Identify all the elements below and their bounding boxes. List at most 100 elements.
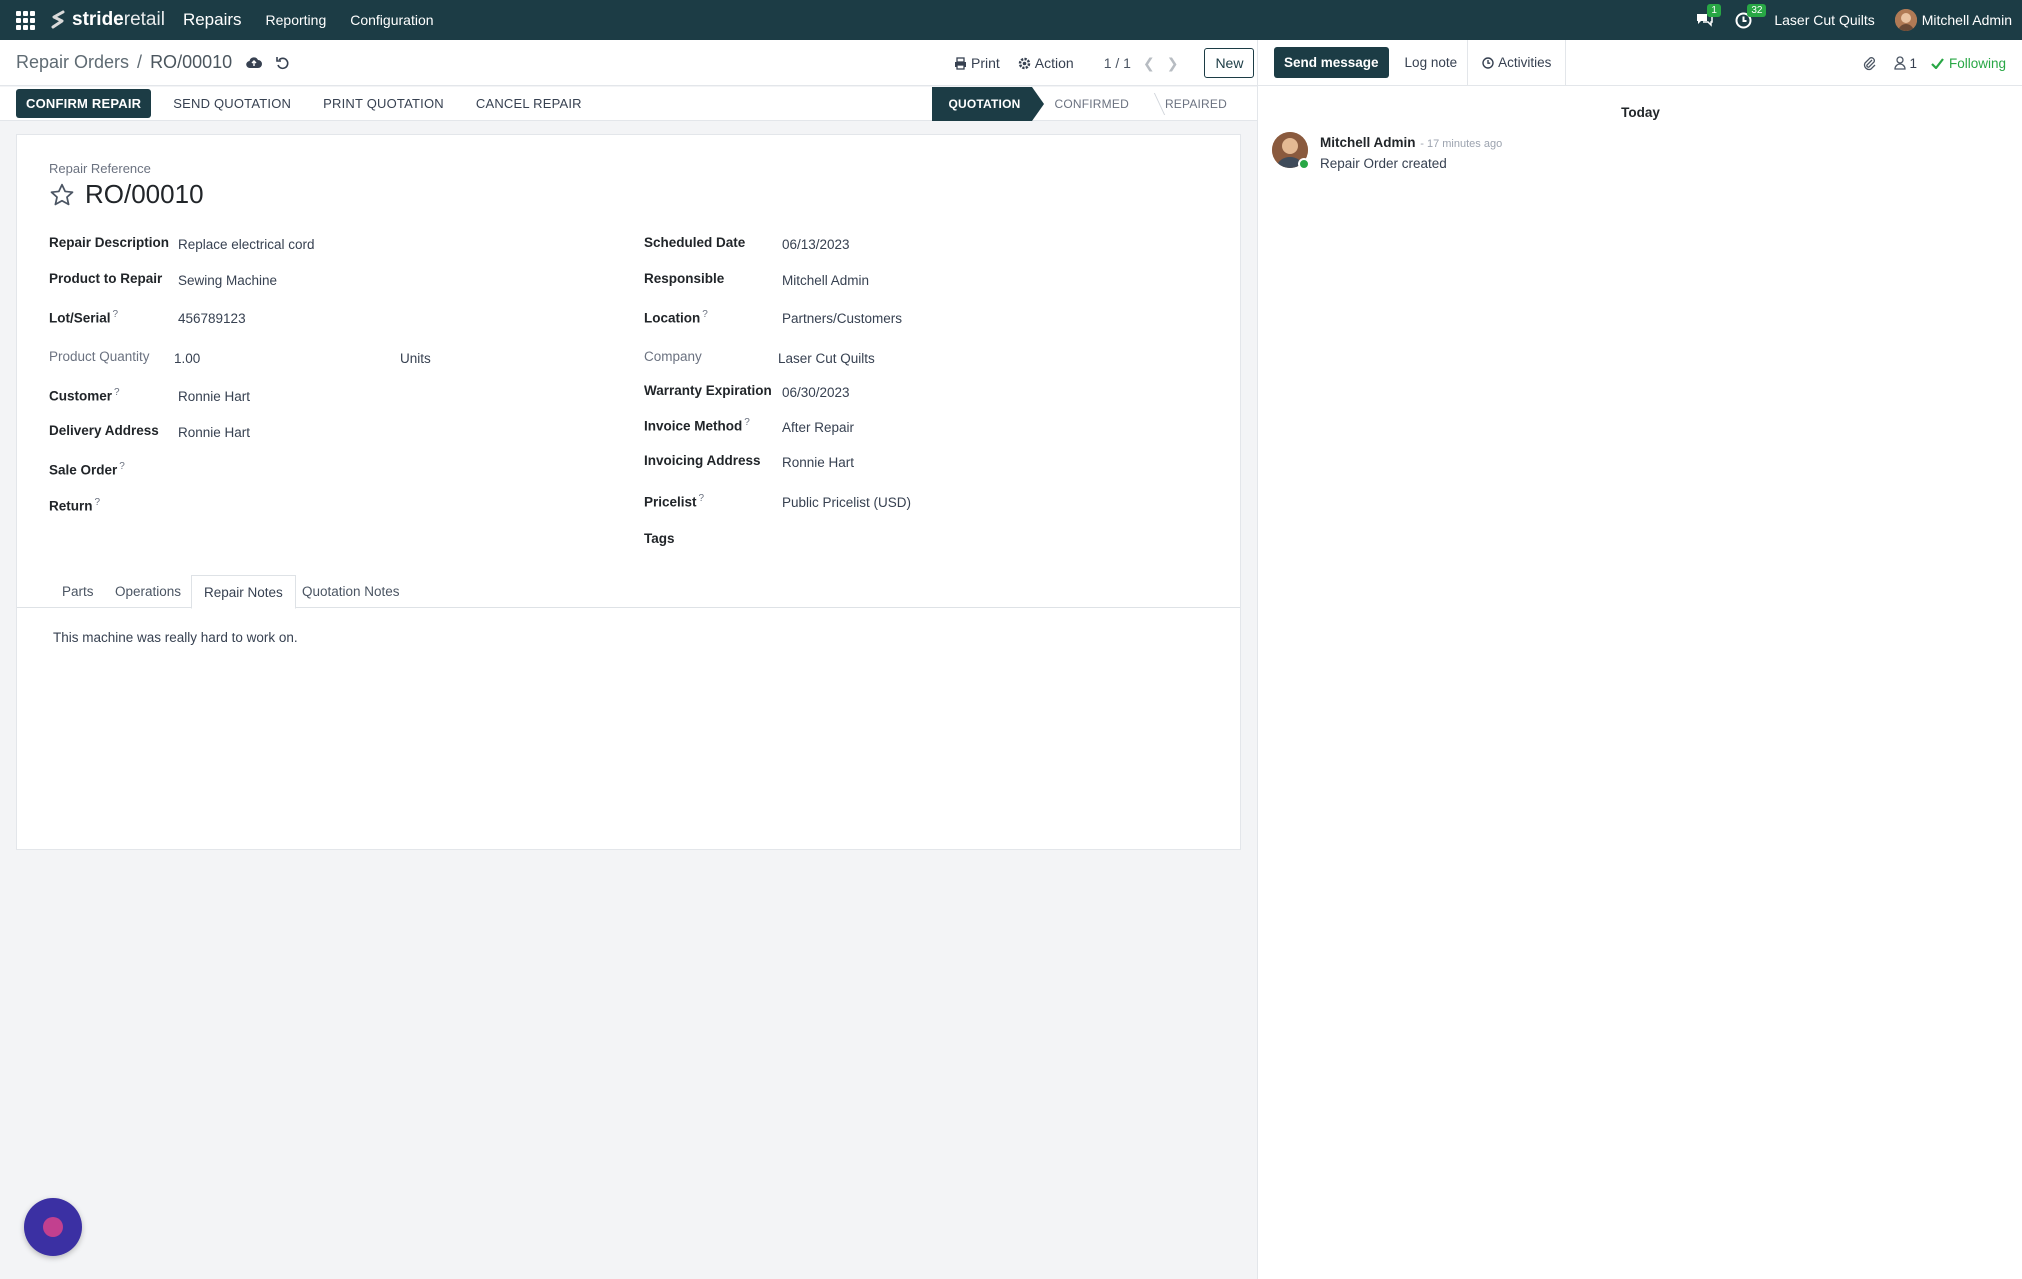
paperclip-icon[interactable] [1862,55,1876,71]
print-button[interactable]: Print [954,55,1000,71]
form-sheet: Repair Reference RO/00010 Repair Descrip… [16,134,1241,850]
undo-icon [276,56,289,69]
return-field[interactable] [178,497,478,515]
star-icon[interactable] [49,182,75,208]
app-grid-icon[interactable] [14,9,36,31]
stride-logo-icon [51,10,65,29]
user-name[interactable]: Mitchell Admin [1922,12,2012,28]
following-button[interactable]: Following [1931,56,2006,71]
invoicing-address-field[interactable]: Ronnie Hart [782,455,854,470]
following-label: Following [1948,55,2006,71]
customer-field[interactable]: Ronnie Hart [178,389,250,404]
tags-label: Tags [644,531,675,546]
customer-label: Customer? [49,387,120,404]
stage-repaired[interactable]: REPAIRED [1143,87,1241,121]
product-to-repair-field[interactable]: Sewing Machine [178,273,277,288]
lot-serial-field[interactable]: 456789123 [178,311,246,326]
action-label: Action [1034,55,1074,71]
activities-button-chatter[interactable]: Activities [1468,39,1567,86]
messages-button[interactable]: 1 [1695,4,1721,28]
breadcrumb-parent[interactable]: Repair Orders [16,52,129,73]
cancel-repair-button[interactable]: CANCEL REPAIR [466,89,592,118]
save-button[interactable] [246,56,263,69]
new-button[interactable]: New [1204,48,1255,78]
stage-confirmed[interactable]: CONFIRMED [1032,87,1142,121]
message-text: Repair Order created [1320,156,1447,171]
pricelist-label: Pricelist? [644,493,705,510]
breadcrumb-separator: / [137,52,143,72]
discard-button[interactable] [276,56,290,70]
message-avatar[interactable] [1272,132,1310,170]
repair-description-field[interactable]: Replace electrical cord [178,237,315,252]
invoice-method-label: Invoice Method? [644,417,750,434]
product-uom-field[interactable]: Units [400,351,431,366]
brand-logo[interactable]: strideretail [48,9,165,31]
pricelist-help-icon[interactable]: ? [699,493,705,504]
messages-badge: 1 [1707,4,1721,17]
warranty-expiration-label: Warranty Expiration [644,383,772,398]
pager-previous-icon[interactable]: ❮ [1143,55,1155,72]
sale-order-help-icon[interactable]: ? [119,461,125,472]
sale-order-field[interactable] [178,461,478,479]
user-icon [1894,56,1907,70]
pager-value[interactable]: 1 / 1 [1104,55,1131,71]
tags-field[interactable] [782,531,1082,549]
invoice-method-help-icon[interactable]: ? [744,417,750,428]
responsible-label: Responsible [644,271,725,286]
status-bar: CONFIRM REPAIR SEND QUOTATION PRINT QUOT… [0,87,1257,121]
pager-next-icon[interactable]: ❯ [1167,55,1179,72]
user-avatar[interactable] [1894,9,1917,31]
company-switcher[interactable]: Laser Cut Quilts [1774,12,1874,28]
log-note-button[interactable]: Log note [1395,39,1469,86]
send-quotation-button[interactable]: SEND QUOTATION [163,89,301,118]
confirm-repair-button[interactable]: CONFIRM REPAIR [16,89,152,118]
followers-count: 1 [1909,55,1917,71]
gear-icon [1018,57,1031,69]
print-quotation-button[interactable]: PRINT QUOTATION [313,89,454,118]
scheduled-date-field[interactable]: 06/13/2023 [782,237,850,252]
stage-quotation[interactable]: QUOTATION [932,87,1045,121]
pricelist-field[interactable]: Public Pricelist (USD) [782,495,911,510]
tab-quotation-notes[interactable]: Quotation Notes [290,575,412,608]
return-help-icon[interactable]: ? [95,497,101,508]
responsible-field[interactable]: Mitchell Admin [782,273,869,288]
assistant-bubble-button[interactable] [24,1198,82,1256]
tab-repair-notes[interactable]: Repair Notes [191,575,296,609]
scheduled-date-label: Scheduled Date [644,235,746,250]
location-help-icon[interactable]: ? [702,309,708,320]
lot-serial-help-icon[interactable]: ? [113,309,119,320]
send-message-button[interactable]: Send message [1274,47,1389,78]
repair-notes-text[interactable]: This machine was really hard to work on. [53,630,298,645]
location-label: Location? [644,309,708,326]
print-label: Print [971,55,1000,71]
invoice-method-field[interactable]: After Repair [782,420,854,435]
repair-reference-value: RO/00010 [85,179,204,209]
user-photo-icon [1894,9,1917,31]
followers-button[interactable]: 1 [1894,56,1917,71]
date-separator: Today [1621,105,1660,120]
tab-parts[interactable]: Parts [50,575,106,608]
menu-reporting[interactable]: Reporting [266,12,327,28]
message-author[interactable]: Mitchell Admin [1320,135,1416,150]
lot-serial-label: Lot/Serial? [49,309,119,326]
tab-operations[interactable]: Operations [103,575,193,608]
cloud-upload-icon [246,57,263,69]
clock-icon [1482,56,1494,69]
product-quantity-field[interactable]: 1.00 [174,351,200,366]
activities-button[interactable]: 32 [1735,3,1767,29]
brand-name: strideretail [72,9,165,30]
menu-configuration[interactable]: Configuration [350,12,433,28]
top-navbar: strideretail Repairs Reporting Configura… [0,0,2022,40]
app-name[interactable]: Repairs [183,10,242,30]
warranty-expiration-field[interactable]: 06/30/2023 [782,385,850,400]
printer-icon [955,56,966,70]
chatter-message: Mitchell Admin - 17 minutes ago Repair O… [1272,132,1502,171]
delivery-address-field[interactable]: Ronnie Hart [178,425,250,440]
company-field[interactable]: Laser Cut Quilts [778,351,875,366]
action-button[interactable]: Action [1018,55,1074,71]
chatter-panel: Send message Log note Activities 1 Follo… [1257,39,2022,1279]
customer-help-icon[interactable]: ? [114,387,120,398]
notebook-tabs: Parts Operations Repair Notes Quotation … [17,575,1240,609]
location-field[interactable]: Partners/Customers [782,311,902,326]
delivery-address-label: Delivery Address [49,423,159,438]
